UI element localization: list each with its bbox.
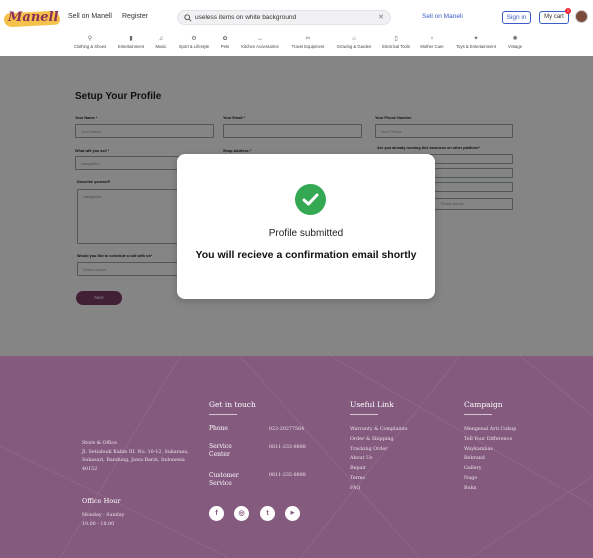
footer-link[interactable]: About Us bbox=[350, 454, 407, 464]
travel-icon: ✂ bbox=[305, 36, 311, 42]
logo-text: Manell bbox=[8, 10, 59, 25]
footer-link[interactable]: Tell Your Difference bbox=[464, 435, 516, 445]
store-address: Store & Office Jl. Setiabudi Kalim III. … bbox=[82, 441, 189, 472]
footer-link[interactable]: FAQ bbox=[350, 484, 407, 494]
kitchen-icon: ↔ bbox=[257, 36, 263, 42]
footer-link[interactable]: Terms bbox=[350, 474, 407, 484]
category-pets[interactable]: ✿ Pets bbox=[218, 36, 232, 49]
avatar[interactable] bbox=[575, 10, 588, 23]
campaign-title: Campaign bbox=[464, 400, 503, 409]
office-hours: Monday - Sunday 10.00 - 18.00 bbox=[82, 513, 125, 527]
campaign-links-list: Mengenal Arti Cukup Tell Your Difference… bbox=[464, 425, 516, 494]
success-modal: Profile submitted You will recieve a con… bbox=[177, 154, 435, 299]
useful-links-list: Warranty & Complaints Order & Shipping T… bbox=[350, 425, 407, 494]
facebook-icon[interactable]: f bbox=[209, 506, 224, 521]
category-kitchen[interactable]: ↔ Kitchen Accessories bbox=[236, 36, 284, 49]
customer-service-value[interactable]: 0811-235-8888 bbox=[269, 472, 306, 481]
category-garden[interactable]: ⌂ Growing & Garden bbox=[332, 36, 376, 49]
clear-icon[interactable]: ✕ bbox=[378, 13, 384, 21]
sell-link[interactable]: Sell on Manell bbox=[68, 13, 112, 20]
category-vintage[interactable]: ✺ Vintage bbox=[504, 36, 526, 49]
tv-icon: ▮ bbox=[129, 36, 133, 42]
cart-button[interactable]: My cart bbox=[539, 11, 569, 24]
manell-logo[interactable]: Manell bbox=[3, 8, 61, 30]
garden-icon: ⌂ bbox=[352, 36, 356, 42]
category-sport[interactable]: ⚙ Sport & Lifestyle bbox=[174, 36, 214, 49]
category-toys[interactable]: ✦ Toys & Entertainment bbox=[452, 36, 500, 49]
footer-link[interactable]: Warranty & Complaints bbox=[350, 425, 407, 435]
shirt-icon: ⚲ bbox=[87, 36, 93, 42]
customer-service-label: Customer Service bbox=[209, 472, 239, 487]
service-center-label: Service Center bbox=[209, 443, 232, 458]
phone-label: Phone bbox=[209, 425, 228, 432]
footer-link[interactable]: Gallery bbox=[464, 464, 516, 474]
search-value: useless items on white background bbox=[195, 14, 297, 21]
toys-icon: ✦ bbox=[473, 36, 479, 42]
footer-link[interactable]: Tracking Order bbox=[350, 445, 407, 455]
footer-link[interactable]: Mengenal Arti Cukup bbox=[464, 425, 516, 435]
search-input[interactable]: useless items on white background ✕ bbox=[177, 10, 391, 25]
register-link[interactable]: Register bbox=[122, 13, 148, 20]
get-in-touch-title: Get in touch bbox=[209, 400, 256, 409]
vintage-icon: ✺ bbox=[512, 36, 518, 42]
footer-link[interactable]: Bukn bbox=[464, 484, 516, 494]
footer-link[interactable]: Waykambas bbox=[464, 445, 516, 455]
site-footer: Store & Office Jl. Setiabudi Kalim III. … bbox=[0, 356, 593, 558]
search-icon bbox=[184, 14, 192, 22]
twitter-icon[interactable]: t bbox=[260, 506, 275, 521]
stroller-icon: ♀ bbox=[429, 36, 435, 42]
footer-link[interactable]: Repair bbox=[350, 464, 407, 474]
divider bbox=[209, 414, 237, 415]
footer-link[interactable]: Rebrand bbox=[464, 454, 516, 464]
divider bbox=[350, 414, 378, 415]
category-music[interactable]: ♫ Music bbox=[152, 36, 170, 49]
modal-message: You will recieve a confirmation email sh… bbox=[195, 249, 417, 261]
category-travel[interactable]: ✂ Travel Equipment bbox=[288, 36, 328, 49]
office-hour-title: Office Hour bbox=[82, 497, 121, 505]
category-entertainment[interactable]: ▮ Entertainment bbox=[114, 36, 148, 49]
phone-value[interactable]: 022-20277564 bbox=[269, 426, 304, 435]
sell-link-right[interactable]: Sell on Maneli bbox=[422, 13, 463, 20]
music-icon: ♫ bbox=[158, 36, 164, 42]
category-mother-care[interactable]: ♀ Mother Care bbox=[417, 36, 447, 49]
footer-link[interactable]: Nugo bbox=[464, 474, 516, 484]
sport-icon: ⚙ bbox=[191, 36, 197, 42]
cart-count-badge: 1 bbox=[565, 8, 571, 14]
tools-icon: ▯ bbox=[394, 36, 398, 42]
instagram-icon[interactable]: ◎ bbox=[234, 506, 249, 521]
footer-link[interactable]: Order & Shipping bbox=[350, 435, 407, 445]
service-center-value[interactable]: 0811-233-8888 bbox=[269, 444, 306, 453]
category-bar: ⚲ Clothing & Shoes ▮ Entertainment ♫ Music … bbox=[70, 36, 590, 52]
divider bbox=[464, 414, 492, 415]
youtube-icon[interactable]: ▶ bbox=[285, 506, 300, 521]
paw-icon: ✿ bbox=[222, 36, 228, 42]
signin-button[interactable]: Sign in bbox=[502, 11, 531, 24]
useful-link-title: Useful Link bbox=[350, 400, 394, 409]
category-clothing[interactable]: ⚲ Clothing & Shoes bbox=[70, 36, 110, 49]
success-check-icon bbox=[295, 184, 326, 215]
category-tools[interactable]: ▯ Electrical Tools bbox=[378, 36, 414, 49]
modal-title: Profile submitted bbox=[268, 228, 344, 239]
top-navigation: Manell Sell on Manell Register useless i… bbox=[0, 0, 593, 56]
